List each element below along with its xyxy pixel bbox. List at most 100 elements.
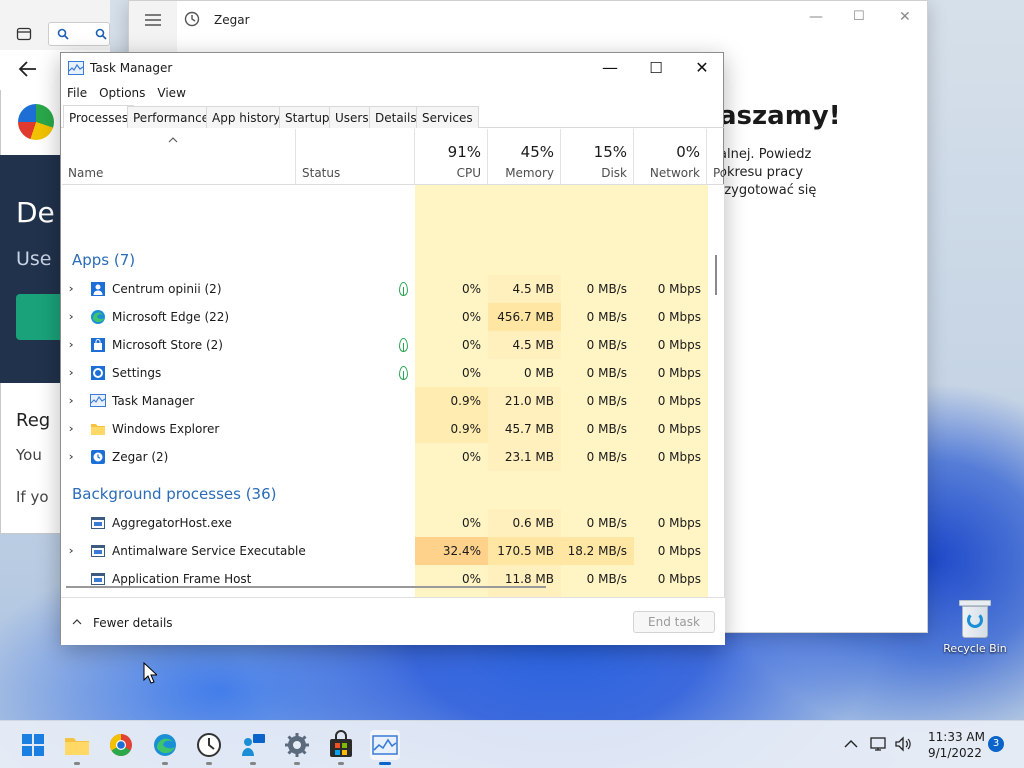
expand-chevron-icon[interactable]: ›	[69, 331, 74, 359]
column-header-power[interactable]: Po	[707, 129, 724, 185]
process-name: Centrum opinii (2)	[112, 282, 222, 296]
expand-chevron-icon[interactable]: ›	[69, 359, 74, 387]
net-value: 0 Mbps	[657, 394, 701, 408]
app-row[interactable]: › Windows Explorer 0.9% 45.7 MB 0 MB/s 0 Mbps	[62, 415, 708, 443]
tm-maximize-button[interactable]: ☐	[633, 53, 679, 83]
task-manager-window[interactable]: Task Manager — ☐ ✕ File Options View Proce…	[60, 52, 725, 645]
taskbar-settings[interactable]	[282, 730, 312, 765]
background-process-row[interactable]: AggregatorHost.exe 0% 0.6 MB 0 MB/s 0 Mbps	[62, 509, 708, 537]
notification-badge[interactable]: 3	[988, 736, 1004, 752]
taskbar-feedback-hub[interactable]	[238, 730, 268, 765]
background-process-row[interactable]: Application Frame Host 0% 11.8 MB 0 MB/s 0 M…	[62, 565, 708, 593]
clock-icon	[197, 733, 221, 757]
tm-minimize-button[interactable]: —	[587, 53, 633, 83]
expand-chevron-icon[interactable]: ›	[69, 537, 74, 565]
expand-chevron-icon[interactable]: ›	[69, 415, 74, 443]
tab-startup[interactable]: Startup	[279, 106, 336, 128]
vertical-scroll-thumb[interactable]	[715, 255, 717, 295]
expand-chevron-icon[interactable]: ›	[69, 443, 74, 471]
recycle-bin-shortcut[interactable]: Recycle Bin	[942, 598, 1008, 655]
process-grid: Name Status 91% CPU 45% Memory 15% Disk …	[62, 129, 724, 633]
tab-processes[interactable]: Processes	[63, 105, 135, 128]
hamburger-menu-icon[interactable]	[145, 13, 161, 27]
bg-paragraph-2: If yo	[16, 488, 49, 506]
mem-value: 4.5 MB	[488, 275, 561, 303]
vertical-scrollbar[interactable]	[708, 185, 724, 633]
fewer-details-link[interactable]: Fewer details	[93, 616, 173, 630]
chrome-icon	[110, 734, 132, 756]
column-header-name[interactable]: Name	[62, 129, 296, 185]
search-icon	[95, 28, 107, 40]
disk-header-label: Disk	[601, 166, 627, 180]
app-row[interactable]: › Zegar (2) 0% 23.1 MB 0 MB/s 0 Mbps	[62, 443, 708, 471]
feedback-hub-icon	[242, 734, 265, 756]
task-manager-icon	[68, 61, 84, 75]
process-name: Application Frame Host	[112, 572, 252, 586]
mem-value: 170.5 MB	[488, 537, 561, 565]
taskbar-chrome[interactable]	[106, 730, 136, 760]
menu-bar: File Options View	[61, 84, 192, 104]
zegar-maximize-button[interactable]: ☐	[853, 9, 865, 24]
background-group-header[interactable]: Background processes (36)	[72, 485, 277, 503]
store-icon	[90, 337, 106, 353]
app-row[interactable]: › Microsoft Store (2) 0% 4.5 MB 0 MB/s 0 Mbps	[62, 331, 708, 359]
menu-view[interactable]: View	[151, 84, 191, 100]
app-row[interactable]: › Centrum opinii (2) 0% 4.5 MB 0 MB/s 0 Mbps	[62, 275, 708, 303]
end-task-button[interactable]: End task	[633, 611, 715, 633]
sort-up-icon	[168, 137, 178, 143]
taskbar-task-manager[interactable]	[370, 730, 400, 765]
expand-chevron-icon[interactable]: ›	[69, 387, 74, 415]
start-button[interactable]	[18, 730, 48, 760]
disk-value: 0 MB/s	[586, 516, 627, 530]
network-icon[interactable]	[870, 736, 888, 752]
clock-date[interactable]: 9/1/2022	[928, 746, 982, 768]
column-header-network[interactable]: 0% Network	[634, 129, 707, 185]
expand-chevron-icon[interactable]: ›	[69, 303, 74, 331]
zegar-minimize-button[interactable]: —	[809, 9, 823, 25]
app-row[interactable]: › Microsoft Edge (22) 0% 456.7 MB 0 MB/s 0 Mb…	[62, 303, 708, 331]
column-header-disk[interactable]: 15% Disk	[561, 129, 634, 185]
taskbar-clock[interactable]	[194, 730, 224, 765]
cpu-value: 0.9%	[415, 387, 488, 415]
zegar-close-button[interactable]: ✕	[899, 9, 911, 25]
app-row[interactable]: › Task Manager 0.9% 21.0 MB 0 MB/s 0 Mbps	[62, 387, 708, 415]
menu-options[interactable]: Options	[93, 84, 151, 100]
expand-chevron-icon[interactable]: ›	[69, 275, 74, 303]
disk-value: 0 MB/s	[586, 338, 627, 352]
tab-performance[interactable]: Performance	[127, 106, 216, 128]
tab-services[interactable]: Services	[416, 106, 479, 128]
apps-group-header[interactable]: Apps (7)	[72, 251, 135, 269]
task-manager-titlebar[interactable]: Task Manager — ☐ ✕	[61, 53, 725, 83]
running-indicator	[338, 762, 344, 765]
zegar-text-line: alnej. Powiedz	[719, 147, 812, 162]
tab-details[interactable]: Details	[369, 106, 423, 128]
bg-search-box[interactable]	[48, 22, 110, 46]
menu-file[interactable]: File	[61, 84, 93, 100]
taskbar-file-explorer[interactable]	[62, 730, 92, 765]
volume-icon[interactable]	[894, 736, 912, 752]
settings-icon	[90, 365, 106, 381]
back-arrow-icon[interactable]	[18, 60, 38, 78]
tab-users[interactable]: Users	[329, 106, 375, 128]
cpu-value: 0%	[461, 338, 481, 352]
tm-close-button[interactable]: ✕	[679, 53, 725, 83]
horizontal-scroll-thumb[interactable]	[66, 586, 546, 588]
process-name: AggregatorHost.exe	[112, 516, 232, 530]
cpu-value: 32.4%	[415, 537, 488, 565]
show-hidden-icons-chevron-icon[interactable]	[844, 739, 858, 749]
feedback-hub-icon	[90, 281, 106, 297]
taskbar-edge[interactable]	[150, 730, 180, 765]
efficiency-leaf-icon	[399, 282, 408, 296]
background-process-row[interactable]: › Antimalware Service Executable 32.4% 170.…	[62, 537, 708, 565]
taskbar-store[interactable]	[326, 730, 356, 765]
cpu-total: 91%	[447, 143, 481, 161]
column-header-status[interactable]: Status	[296, 129, 415, 185]
column-header-memory[interactable]: 45% Memory	[488, 129, 561, 185]
process-name: Settings	[112, 366, 162, 380]
chevron-up-icon[interactable]	[72, 618, 82, 625]
tab-app-history[interactable]: App history	[206, 106, 287, 128]
search-icon	[57, 28, 69, 40]
app-row[interactable]: › Settings 0% 0 MB 0 MB/s 0 Mbps	[62, 359, 708, 387]
column-header-cpu[interactable]: 91% CPU	[415, 129, 488, 185]
task-manager-icon	[372, 735, 398, 755]
